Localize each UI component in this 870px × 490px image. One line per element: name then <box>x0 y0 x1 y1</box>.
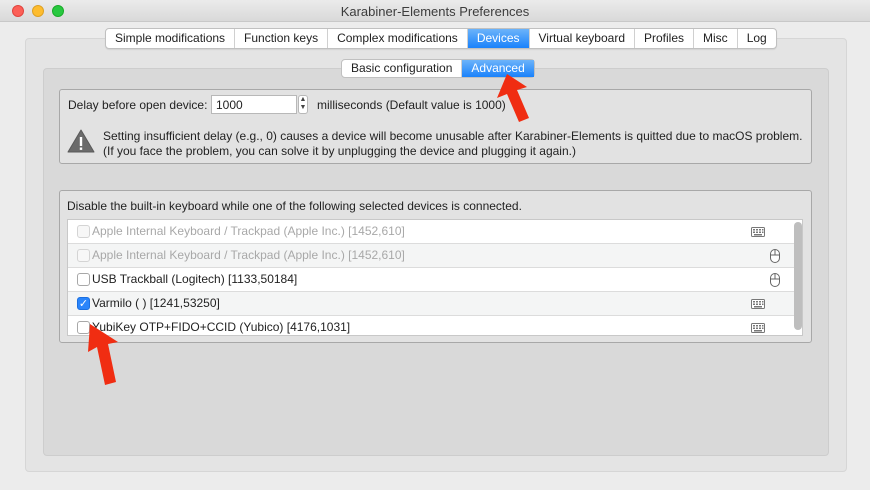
device-row: Apple Internal Keyboard / Trackpad (Appl… <box>68 244 802 268</box>
tab-misc[interactable]: Misc <box>694 29 738 48</box>
mouse-icon <box>770 249 780 263</box>
annotation-arrow-icon <box>497 74 529 122</box>
keyboard-icon <box>751 299 765 309</box>
device-name: YubiKey OTP+FIDO+CCID (Yubico) [4176,103… <box>92 320 351 334</box>
device-name: Apple Internal Keyboard / Trackpad (Appl… <box>92 248 405 262</box>
mouse-icon <box>770 273 780 287</box>
tab-profiles[interactable]: Profiles <box>635 29 695 48</box>
tab-simple-modifications[interactable]: Simple modifications <box>106 29 236 48</box>
stepper-down-icon[interactable]: ▼ <box>299 104 307 112</box>
delay-input[interactable] <box>211 95 297 114</box>
delay-settings-box: Delay before open device: ▲ ▼ millisecon… <box>59 89 812 164</box>
device-row: Apple Internal Keyboard / Trackpad (Appl… <box>68 220 802 244</box>
tab-complex-modifications[interactable]: Complex modifications <box>328 29 468 48</box>
delay-stepper[interactable]: ▲ ▼ <box>298 95 308 114</box>
disable-builtin-keyboard-box: Disable the built-in keyboard while one … <box>59 190 812 343</box>
tab-function-keys[interactable]: Function keys <box>235 29 329 48</box>
device-row: YubiKey OTP+FIDO+CCID (Yubico) [4176,103… <box>68 316 802 335</box>
stepper-up-icon[interactable]: ▲ <box>299 96 307 104</box>
warning-line-2: (If you face the problem, you can solve … <box>103 144 576 158</box>
device-name: Apple Internal Keyboard / Trackpad (Appl… <box>92 224 405 238</box>
delay-unit-label: milliseconds (Default value is 1000) <box>317 98 506 112</box>
keyboard-icon <box>751 227 765 237</box>
window-title: Karabiner-Elements Preferences <box>340 4 530 19</box>
annotation-arrow-icon <box>88 324 118 385</box>
device-checkbox <box>77 249 90 262</box>
warning-text: Setting insufficient delay (e.g., 0) cau… <box>103 129 803 159</box>
tab-virtual-keyboard[interactable]: Virtual keyboard <box>530 29 635 48</box>
keyboard-icon <box>751 323 765 333</box>
device-row: USB Trackball (Logitech) [1133,50184] <box>68 268 802 292</box>
device-list[interactable]: Apple Internal Keyboard / Trackpad (Appl… <box>67 219 803 336</box>
tab-devices[interactable]: Devices <box>467 29 530 48</box>
devices-heading: Disable the built-in keyboard while one … <box>67 199 522 213</box>
title-bar: Karabiner-Elements Preferences <box>0 0 870 22</box>
main-tab-bar: Simple modifications Function keys Compl… <box>105 28 777 49</box>
warning-icon <box>67 129 95 153</box>
delay-label: Delay before open device: <box>68 98 208 112</box>
tab-log[interactable]: Log <box>738 29 776 48</box>
device-name: Varmilo ( ) [1241,53250] <box>92 296 220 310</box>
device-row: ✓ Varmilo ( ) [1241,53250] <box>68 292 802 316</box>
subtab-basic-configuration[interactable]: Basic configuration <box>342 60 463 77</box>
device-checkbox[interactable] <box>77 273 90 286</box>
device-checkbox <box>77 225 90 238</box>
device-checkbox[interactable]: ✓ <box>77 297 90 310</box>
warning-line-1: Setting insufficient delay (e.g., 0) cau… <box>103 129 803 143</box>
device-name: USB Trackball (Logitech) [1133,50184] <box>92 272 298 286</box>
device-list-scrollbar[interactable] <box>794 222 802 330</box>
